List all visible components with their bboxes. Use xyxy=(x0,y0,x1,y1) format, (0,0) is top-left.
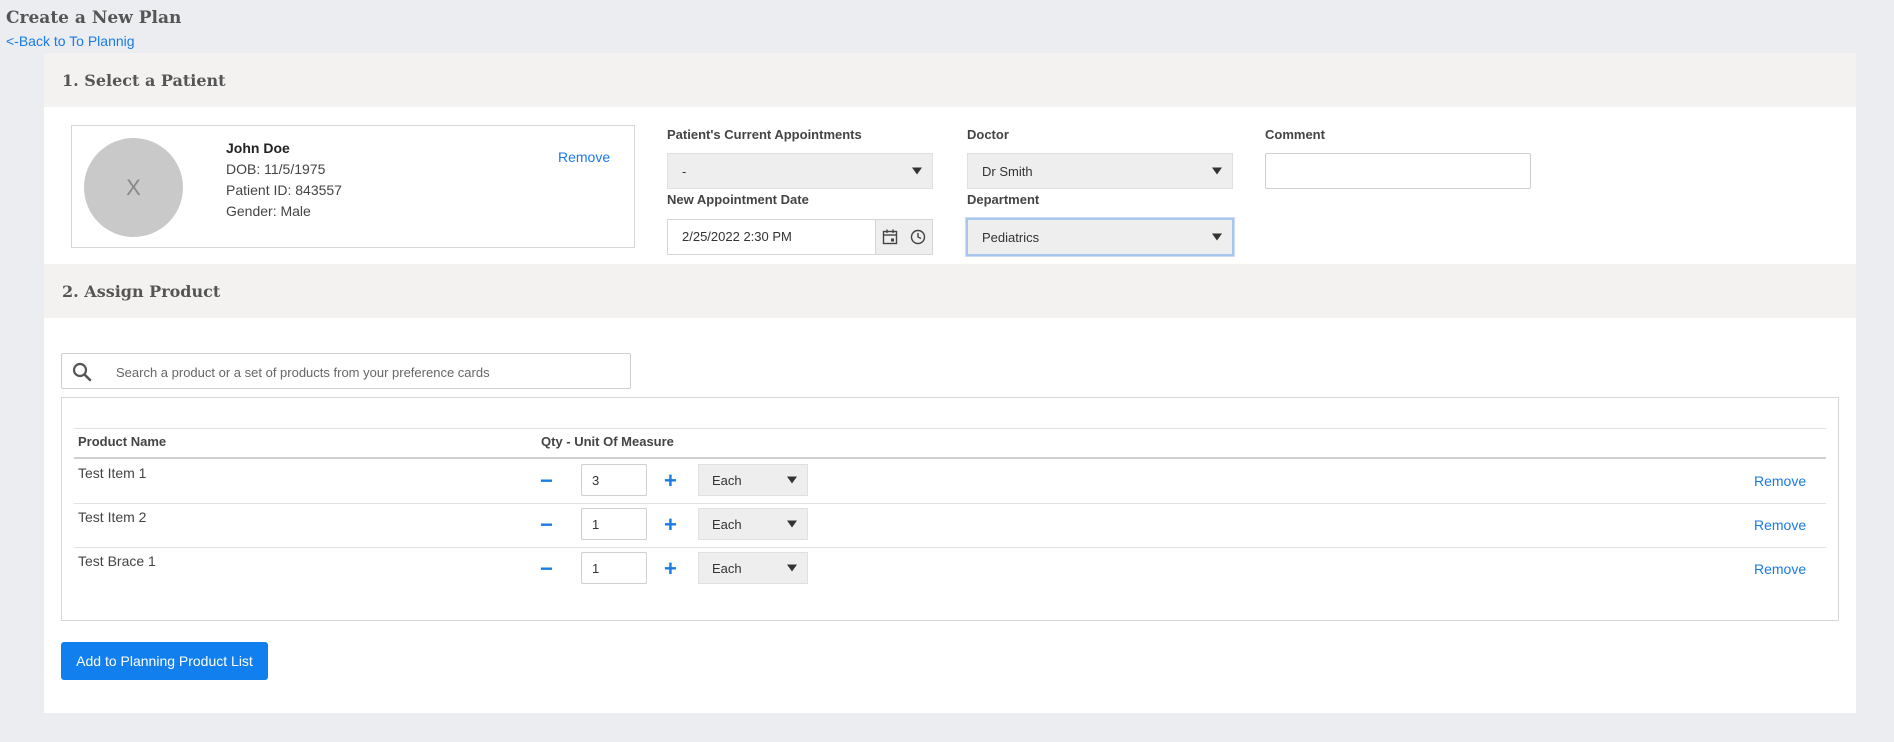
unit-of-measure-select[interactable]: Each xyxy=(698,508,808,540)
remove-patient-link[interactable]: Remove xyxy=(558,149,610,165)
doctor-value: Dr Smith xyxy=(982,163,1033,179)
decrease-qty-button[interactable]: − xyxy=(540,470,553,492)
product-name: Test Item 2 xyxy=(78,509,147,525)
current-appointments-label: Patient's Current Appointments xyxy=(667,127,862,142)
quantity-input[interactable]: 3 xyxy=(581,464,647,496)
caret-down-icon xyxy=(1212,233,1222,241)
patient-card: X John Doe DOB: 11/5/1975 Patient ID: 84… xyxy=(71,125,635,248)
quantity-input[interactable]: 1 xyxy=(581,508,647,540)
department-select[interactable]: Pediatrics xyxy=(966,218,1234,256)
increase-qty-button[interactable]: + xyxy=(664,470,677,492)
section-title: 2. Assign Product xyxy=(62,281,221,301)
remove-product-link[interactable]: Remove xyxy=(1754,561,1806,577)
caret-down-icon xyxy=(787,564,797,572)
new-appointment-date-picker[interactable]: 2/25/2022 2:30 PM xyxy=(667,219,933,255)
new-appointment-date-label: New Appointment Date xyxy=(667,192,809,207)
section-select-patient-header: 1. Select a Patient xyxy=(44,53,1856,107)
quantity-input[interactable]: 1 xyxy=(581,552,647,584)
product-name: Test Brace 1 xyxy=(78,553,156,569)
decrease-qty-button[interactable]: − xyxy=(540,514,553,536)
patient-dob: DOB: 11/5/1975 xyxy=(226,161,326,177)
decrease-qty-button[interactable]: − xyxy=(540,558,553,580)
unit-of-measure-select[interactable]: Each xyxy=(698,464,808,496)
table-row: Test Item 2 − 1 + Each Remove xyxy=(74,503,1826,547)
back-to-planning-link[interactable]: <-Back to To Plannig xyxy=(6,33,135,49)
doctor-select[interactable]: Dr Smith xyxy=(967,153,1233,189)
patient-gender: Gender: Male xyxy=(226,203,311,219)
unit-of-measure-select[interactable]: Each xyxy=(698,552,808,584)
calendar-icon[interactable] xyxy=(882,229,898,245)
section-title: 1. Select a Patient xyxy=(62,70,226,90)
search-icon xyxy=(72,362,92,387)
comment-label: Comment xyxy=(1265,127,1325,142)
product-search xyxy=(61,353,631,390)
caret-down-icon xyxy=(787,520,797,528)
patient-name: John Doe xyxy=(226,140,290,156)
new-appointment-date-value: 2/25/2022 2:30 PM xyxy=(682,229,792,244)
table-row: Test Brace 1 − 1 + Each Remove xyxy=(74,547,1826,591)
column-header-qty-uom: Qty - Unit Of Measure xyxy=(541,434,674,449)
column-header-product-name: Product Name xyxy=(78,434,167,449)
department-label: Department xyxy=(967,192,1040,207)
table-top-divider xyxy=(74,428,1826,429)
product-search-input[interactable] xyxy=(114,354,618,390)
page-title: Create a New Plan xyxy=(6,8,182,28)
add-to-planning-product-list-button[interactable]: Add to Planning Product List xyxy=(61,642,268,680)
product-name: Test Item 1 xyxy=(78,465,147,481)
current-appointments-select[interactable]: - xyxy=(667,153,933,189)
plan-card: 1. Select a Patient X John Doe DOB: 11/5… xyxy=(44,53,1856,713)
unit-of-measure-value: Each xyxy=(712,516,742,532)
unit-of-measure-value: Each xyxy=(712,560,742,576)
caret-down-icon xyxy=(1212,167,1222,175)
increase-qty-button[interactable]: + xyxy=(664,558,677,580)
product-table: Product Name Qty - Unit Of Measure Test … xyxy=(61,397,1839,621)
remove-product-link[interactable]: Remove xyxy=(1754,517,1806,533)
unit-of-measure-value: Each xyxy=(712,472,742,488)
caret-down-icon xyxy=(912,167,922,175)
department-value: Pediatrics xyxy=(982,229,1040,245)
avatar: X xyxy=(84,138,183,237)
comment-input[interactable] xyxy=(1265,153,1531,189)
doctor-label: Doctor xyxy=(967,127,1009,142)
table-row: Test Item 1 − 3 + Each Remove xyxy=(74,459,1826,503)
increase-qty-button[interactable]: + xyxy=(664,514,677,536)
remove-product-link[interactable]: Remove xyxy=(1754,473,1806,489)
section-assign-product-header: 2. Assign Product xyxy=(44,264,1856,318)
date-picker-buttons xyxy=(875,220,932,254)
clock-icon[interactable] xyxy=(910,229,926,245)
caret-down-icon xyxy=(787,476,797,484)
current-appointments-value: - xyxy=(682,163,687,179)
patient-id: Patient ID: 843557 xyxy=(226,182,342,198)
